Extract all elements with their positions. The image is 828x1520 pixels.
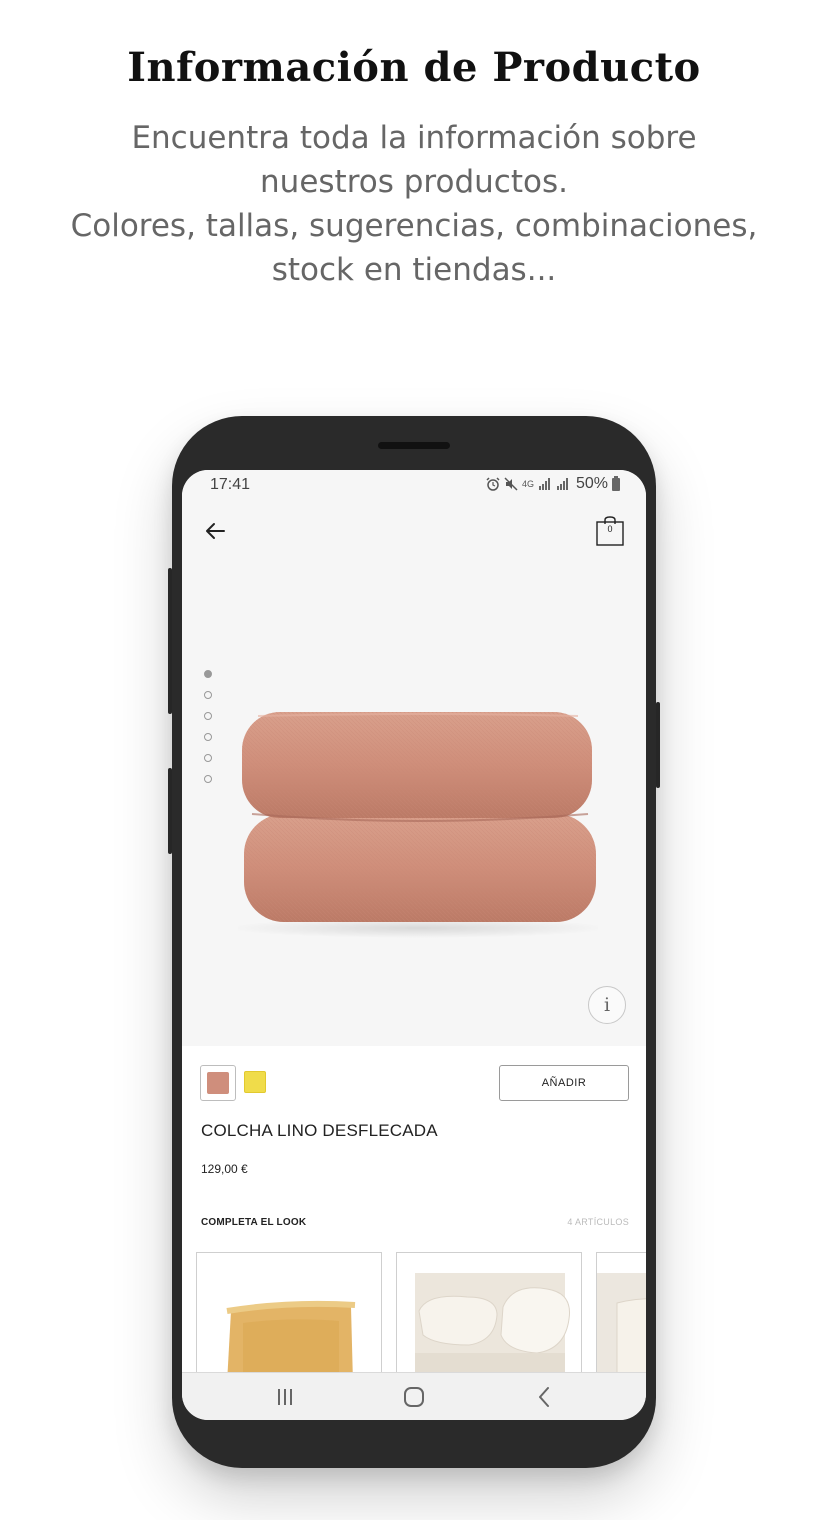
status-bar: 17:41 4G 50% bbox=[182, 470, 646, 500]
android-nav-bar bbox=[182, 1372, 646, 1420]
volume-button bbox=[168, 568, 172, 714]
gallery-dot[interactable] bbox=[204, 754, 212, 762]
network-4g-icon: 4G bbox=[521, 478, 534, 489]
back-icon[interactable] bbox=[529, 1385, 559, 1409]
look-item-card[interactable] bbox=[596, 1252, 646, 1392]
alarm-icon bbox=[486, 477, 500, 491]
promo-subtitle-line: Encuentra toda la información sobre bbox=[131, 120, 697, 156]
product-price: 129,00 € bbox=[201, 1162, 248, 1176]
cart-count: 0 bbox=[607, 524, 613, 534]
battery-percent: 50% bbox=[575, 475, 608, 492]
color-swatch-terracotta[interactable] bbox=[200, 1065, 236, 1101]
look-item-card[interactable] bbox=[196, 1252, 382, 1392]
phone-screen: 17:41 4G 50% 0 i AÑADIR COLCHA LINO DESF… bbox=[182, 470, 646, 1420]
mute-icon bbox=[504, 477, 518, 491]
gallery-dot[interactable] bbox=[204, 670, 212, 678]
look-item-card[interactable] bbox=[396, 1252, 582, 1392]
product-gallery[interactable]: 0 i bbox=[182, 500, 646, 1046]
recent-apps-icon[interactable] bbox=[270, 1385, 300, 1409]
gallery-dot[interactable] bbox=[204, 712, 212, 720]
color-swatch-yellow[interactable] bbox=[244, 1071, 266, 1093]
phone-frame: 17:41 4G 50% 0 i AÑADIR COLCHA LINO DESF… bbox=[168, 416, 660, 1468]
power-button bbox=[656, 702, 660, 788]
product-name: COLCHA LINO DESFLECADA bbox=[201, 1121, 438, 1140]
battery-icon bbox=[612, 475, 620, 491]
promo-subtitle: Encuentra toda la información sobre nues… bbox=[60, 116, 768, 292]
complete-look-count[interactable]: 4 ARTÍCULOS bbox=[567, 1217, 629, 1227]
status-time: 17:41 bbox=[210, 476, 251, 493]
gallery-pagination bbox=[204, 670, 212, 796]
arrow-left-icon[interactable] bbox=[200, 516, 230, 546]
gallery-dot[interactable] bbox=[204, 691, 212, 699]
bixby-button bbox=[168, 768, 172, 854]
speaker-grille bbox=[378, 442, 450, 449]
add-to-cart-button[interactable]: AÑADIR bbox=[499, 1065, 629, 1101]
gallery-dot[interactable] bbox=[204, 733, 212, 741]
home-icon[interactable] bbox=[399, 1385, 429, 1409]
promo-subtitle-line: Colores, tallas, sugerencias, combinacio… bbox=[70, 208, 758, 244]
product-image[interactable] bbox=[238, 710, 598, 940]
swatch-fill bbox=[207, 1072, 229, 1094]
status-icons: 4G 50% bbox=[486, 475, 620, 493]
gallery-dot[interactable] bbox=[204, 775, 212, 783]
signal-icon bbox=[556, 478, 568, 490]
complete-look-title: COMPLETA EL LOOK bbox=[201, 1217, 307, 1228]
promo-subtitle-line: stock en tiendas... bbox=[271, 252, 557, 288]
signal-icon bbox=[538, 478, 550, 490]
cart-button[interactable]: 0 bbox=[596, 516, 624, 546]
promo-subtitle-line: nuestros productos. bbox=[260, 164, 568, 200]
promo-title: Información de Producto bbox=[127, 44, 701, 91]
info-button[interactable]: i bbox=[588, 986, 626, 1024]
